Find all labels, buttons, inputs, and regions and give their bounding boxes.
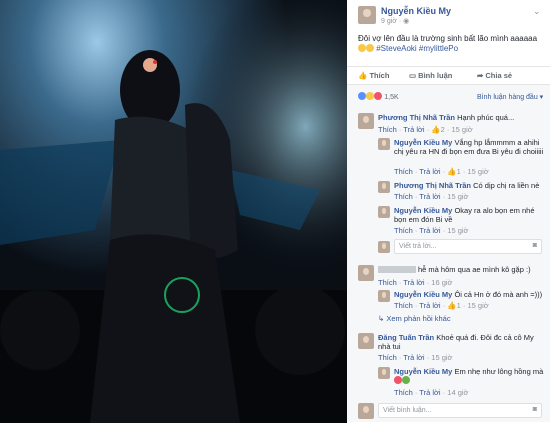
- comment-text: hễ mà hôm qua ae mình kô gặp :): [418, 265, 531, 274]
- comment-time[interactable]: 16 giờ: [431, 278, 452, 287]
- post-caption: Đôi vợ lên đầu là trường sinh bất lão mì…: [358, 34, 538, 43]
- camera-icon[interactable]: ◙: [533, 242, 537, 249]
- reply-like-link[interactable]: Thích: [394, 388, 413, 397]
- reply-time[interactable]: 15 giờ: [447, 226, 468, 235]
- reply-input[interactable]: Viết trả lời... ◙: [394, 239, 542, 254]
- comment: hễ mà hôm qua ae mình kô gặp :): [418, 265, 543, 274]
- reply-actions: Thích · Trả lời · 14 giờ: [394, 388, 469, 397]
- current-user-avatar: [378, 241, 390, 253]
- post-side-panel: Nguyễn Kiều My 9 giờ · ◉ ⌄ Đôi vợ lên đầ…: [347, 0, 550, 423]
- author-avatar[interactable]: [358, 6, 376, 24]
- reply-reply-link[interactable]: Trả lời: [419, 388, 440, 397]
- reply-author[interactable]: Nguyễn Kiều My: [394, 206, 452, 215]
- reply: Nguyễn Kiều My Vắng hp lắmmmm a ahihi ch…: [394, 138, 544, 156]
- reply-reply-link[interactable]: Trả lời: [419, 226, 440, 235]
- reply-text: Có dịp chị ra liền nè: [473, 181, 540, 190]
- comment-like-count: 2: [440, 125, 445, 134]
- reply-like-link[interactable]: Thích: [394, 226, 413, 235]
- reply-author[interactable]: Nguyễn Kiều My: [394, 367, 452, 376]
- comment-author[interactable]: Đăng Tuấn Trần: [378, 333, 434, 342]
- reply-like-count: 1: [456, 301, 461, 310]
- reply-actions: Thích · Trả lời · 15 giờ: [394, 226, 469, 235]
- flower-emoji-icon: [394, 376, 402, 384]
- reply-like-link[interactable]: Thích: [394, 301, 413, 310]
- reply-like-link[interactable]: Thích: [394, 167, 413, 176]
- reply-like-count: 1: [456, 167, 461, 176]
- replier-avatar[interactable]: [378, 181, 390, 193]
- comment-like-link[interactable]: Thích: [378, 125, 397, 134]
- reply-time[interactable]: 14 giờ: [447, 388, 468, 397]
- reply: Nguyễn Kiều My Okay ra alo bọn em nhé bọ…: [394, 206, 544, 224]
- comment-reply-link[interactable]: Trả lời: [403, 125, 424, 134]
- comment-reply-link[interactable]: Trả lời: [403, 353, 424, 362]
- laughing-emoji-icon: [358, 44, 366, 52]
- comment-like-link[interactable]: Thích: [378, 353, 397, 362]
- post-menu-chevron-icon[interactable]: ⌄: [533, 6, 541, 17]
- commenter-avatar[interactable]: [358, 265, 374, 281]
- reply-actions: Thích · Trả lời · 👍1 · 15 giờ: [394, 301, 489, 310]
- reactions-summary[interactable]: 1,5K: [358, 92, 399, 101]
- comment-actions: Thích · Trả lời · 👍2 · 15 giờ: [378, 125, 473, 134]
- comment-reply-link[interactable]: Trả lời: [403, 278, 424, 287]
- reply-author[interactable]: Nguyễn Kiều My: [394, 290, 452, 299]
- post-text: Đôi vợ lên đầu là trường sinh bất lão mì…: [358, 34, 546, 54]
- replier-avatar[interactable]: [378, 290, 390, 302]
- reply: Phương Thị Nhã Trần Có dịp chị ra liền n…: [394, 181, 544, 190]
- like-reaction-icon: [358, 92, 366, 100]
- reply-like-link[interactable]: Thích: [394, 192, 413, 201]
- comment-actions: Thích · Trả lời · 16 giờ: [378, 278, 453, 287]
- reply-actions: Thích · Trả lời · 15 giờ: [394, 192, 469, 201]
- post-time[interactable]: 9 giờ · ◉: [381, 17, 409, 25]
- reply-author[interactable]: Phương Thị Nhã Trần: [394, 181, 471, 190]
- like-button[interactable]: 👍 Thích: [358, 71, 389, 80]
- concert-photo-image: [0, 0, 347, 423]
- post-photo[interactable]: [0, 0, 347, 423]
- reply-time[interactable]: 15 giờ: [467, 167, 488, 176]
- reply-actions: Thích · Trả lời · 👍1 · 15 giờ: [394, 167, 489, 176]
- grinning-emoji-icon: [366, 44, 374, 52]
- reply-reply-link[interactable]: Trả lời: [419, 192, 440, 201]
- replier-avatar[interactable]: [378, 367, 390, 379]
- reply-text: Ôi cả Hn ở đó mà anh =))): [454, 290, 543, 299]
- post-author-name[interactable]: Nguyễn Kiều My: [381, 6, 451, 16]
- comment-author[interactable]: Phương Thị Nhã Trần: [378, 113, 455, 122]
- replier-avatar[interactable]: [378, 138, 390, 150]
- share-button[interactable]: ➦ Chia sẻ: [477, 71, 512, 80]
- globe-icon: ◉: [403, 18, 410, 25]
- comment-sort-dropdown[interactable]: Bình luận hàng đầu ▾: [477, 93, 543, 101]
- like-count-icon: 👍: [447, 301, 457, 310]
- reply-text: Em nhẹ như lông hồng mà: [454, 367, 544, 376]
- haha-reaction-icon: [366, 92, 374, 100]
- reply-reply-link[interactable]: Trả lời: [419, 167, 440, 176]
- like-count-icon: 👍: [447, 167, 457, 176]
- comment-text: Hạnh phúc quá...: [457, 113, 515, 122]
- post-hashtags[interactable]: #SteveAoki #mylittlePo: [376, 44, 458, 53]
- commenter-avatar[interactable]: [358, 113, 374, 129]
- divider: [347, 66, 550, 67]
- reply: Nguyễn Kiều My Ôi cả Hn ở đó mà anh =))): [394, 290, 544, 299]
- reply-reply-link[interactable]: Trả lời: [419, 301, 440, 310]
- current-user-avatar: [358, 403, 374, 419]
- camera-icon[interactable]: ◙: [533, 406, 537, 413]
- comment: Đăng Tuấn Trần Khoẻ quá đi. Đôi đc cả cô…: [378, 333, 543, 351]
- comment-input[interactable]: Viết bình luận... ◙: [378, 403, 542, 418]
- commenter-avatar[interactable]: [358, 333, 374, 349]
- reactions-count: 1,5K: [384, 94, 399, 101]
- like-count-icon: 👍: [431, 125, 441, 134]
- redacted-author-name: [378, 266, 416, 273]
- reply-author[interactable]: Nguyễn Kiều My: [394, 138, 452, 147]
- more-replies-link[interactable]: ↳ Xem phản hồi khác: [378, 314, 451, 323]
- leaf-emoji-icon: [402, 376, 410, 384]
- comment: Phương Thị Nhã Trần Hạnh phúc quá...: [378, 113, 543, 122]
- love-reaction-icon: [374, 92, 382, 100]
- comment-actions: Thích · Trả lời · 15 giờ: [378, 353, 453, 362]
- reply-time[interactable]: 15 giờ: [467, 301, 488, 310]
- comment-time[interactable]: 15 giờ: [431, 353, 452, 362]
- reply-time[interactable]: 15 giờ: [447, 192, 468, 201]
- replier-avatar[interactable]: [378, 206, 390, 218]
- reply: Nguyễn Kiều My Em nhẹ như lông hồng mà: [394, 367, 544, 385]
- comment-time[interactable]: 15 giờ: [451, 125, 472, 134]
- comment-like-link[interactable]: Thích: [378, 278, 397, 287]
- comment-button[interactable]: ▭ Bình luận: [409, 71, 452, 80]
